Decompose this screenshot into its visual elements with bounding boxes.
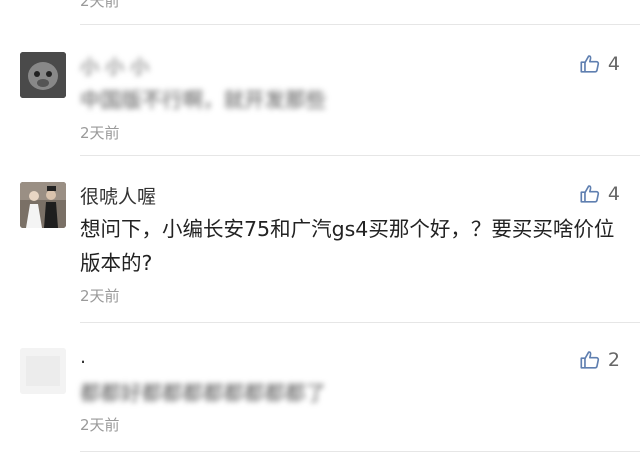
- comment-username[interactable]: 很唬人喔: [80, 182, 156, 209]
- comment-timestamp: 2天前: [80, 287, 120, 305]
- like-count: 2: [607, 349, 620, 371]
- divider: [80, 451, 640, 452]
- avatar[interactable]: [20, 348, 66, 394]
- divider: [80, 322, 640, 323]
- avatar[interactable]: [20, 182, 66, 228]
- like-button[interactable]: 2: [579, 348, 620, 372]
- avatar[interactable]: [20, 52, 66, 98]
- comment-text: 中国版不行啊，就开发那些: [80, 88, 326, 112]
- comment-text: 都都好都都都都都都都都了: [80, 381, 326, 405]
- thumbs-up-icon: [580, 185, 600, 203]
- thumbs-up-icon: [580, 55, 600, 73]
- comment-username[interactable]: 小 小 小: [80, 52, 149, 79]
- divider: [80, 155, 640, 156]
- comment-timestamp: 2天前: [80, 124, 120, 142]
- comment-username[interactable]: .: [80, 346, 86, 368]
- comment-text: 想问下，小编长安75和广汽gs4买那个好，？要买买啥价位版本的?: [80, 217, 615, 275]
- thumbs-up-icon: [580, 351, 600, 369]
- divider: [80, 24, 640, 25]
- like-count: 4: [607, 53, 620, 75]
- comment-timestamp: 2天前: [80, 416, 120, 434]
- previous-comment-timestamp: 2天前: [80, 0, 120, 10]
- like-button[interactable]: 4: [579, 52, 620, 76]
- like-count: 4: [607, 183, 620, 205]
- like-button[interactable]: 4: [579, 182, 620, 206]
